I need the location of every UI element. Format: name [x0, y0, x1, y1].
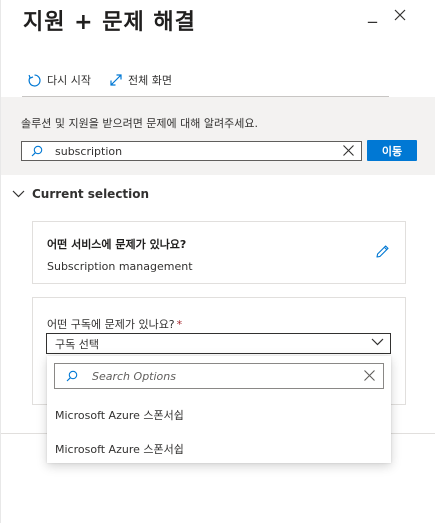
service-card — [32, 221, 406, 284]
go-button[interactable]: 이동 — [367, 140, 417, 161]
pencil-icon — [376, 245, 389, 258]
minimize-button[interactable]: _ — [368, 3, 377, 24]
chevron-down-icon — [12, 190, 25, 198]
search-icon — [31, 145, 43, 157]
dropdown-option[interactable]: Microsoft Azure 스폰서쉽 — [47, 433, 391, 465]
dropdown-option[interactable]: Microsoft Azure 스폰서쉽 — [47, 399, 391, 431]
search-icon — [66, 370, 78, 382]
dropdown-search-input[interactable] — [92, 367, 342, 385]
restart-label: 다시 시작 — [47, 74, 91, 87]
restart-button[interactable]: 다시 시작 — [27, 71, 91, 89]
option-label: Microsoft Azure 스폰서쉽 — [55, 409, 184, 422]
subscription-question: 어떤 구독에 문제가 있나요? — [47, 318, 175, 331]
option-label: Microsoft Azure 스폰서쉽 — [55, 443, 184, 456]
clear-icon[interactable] — [363, 369, 376, 382]
current-selection-header: Current selection — [32, 187, 150, 201]
current-selection-toggle[interactable]: Current selection — [12, 186, 149, 202]
search-prompt: 솔루션 및 지원을 받으려면 문제에 대해 알려주세요. — [21, 117, 258, 130]
subscription-select[interactable]: 구독 선택 — [46, 333, 391, 354]
subscription-selected-value: 구독 선택 — [55, 337, 99, 351]
clear-icon[interactable] — [342, 144, 355, 157]
required-marker: * — [176, 318, 183, 331]
refresh-icon — [28, 73, 41, 87]
problem-search-input[interactable] — [55, 143, 325, 159]
expand-icon — [110, 74, 122, 86]
panel-left-border — [0, 0, 1, 523]
close-button[interactable] — [394, 9, 406, 25]
search-section — [1, 97, 435, 175]
subscription-label: 어떤 구독에 문제가 있나요? * — [47, 316, 182, 332]
edit-service-button[interactable] — [375, 244, 390, 259]
fullscreen-button[interactable]: 전체 화면 — [109, 71, 172, 89]
dropdown-search-box[interactable] — [54, 363, 384, 389]
problem-search-box[interactable] — [21, 141, 362, 161]
fullscreen-label: 전체 화면 — [128, 74, 172, 87]
page-title: 지원 + 문제 해결 — [23, 10, 196, 35]
chevron-down-icon — [371, 338, 384, 346]
service-question: 어떤 서비스에 문제가 있나요? — [47, 238, 187, 251]
close-icon — [394, 9, 406, 21]
service-value: Subscription management — [47, 260, 193, 273]
